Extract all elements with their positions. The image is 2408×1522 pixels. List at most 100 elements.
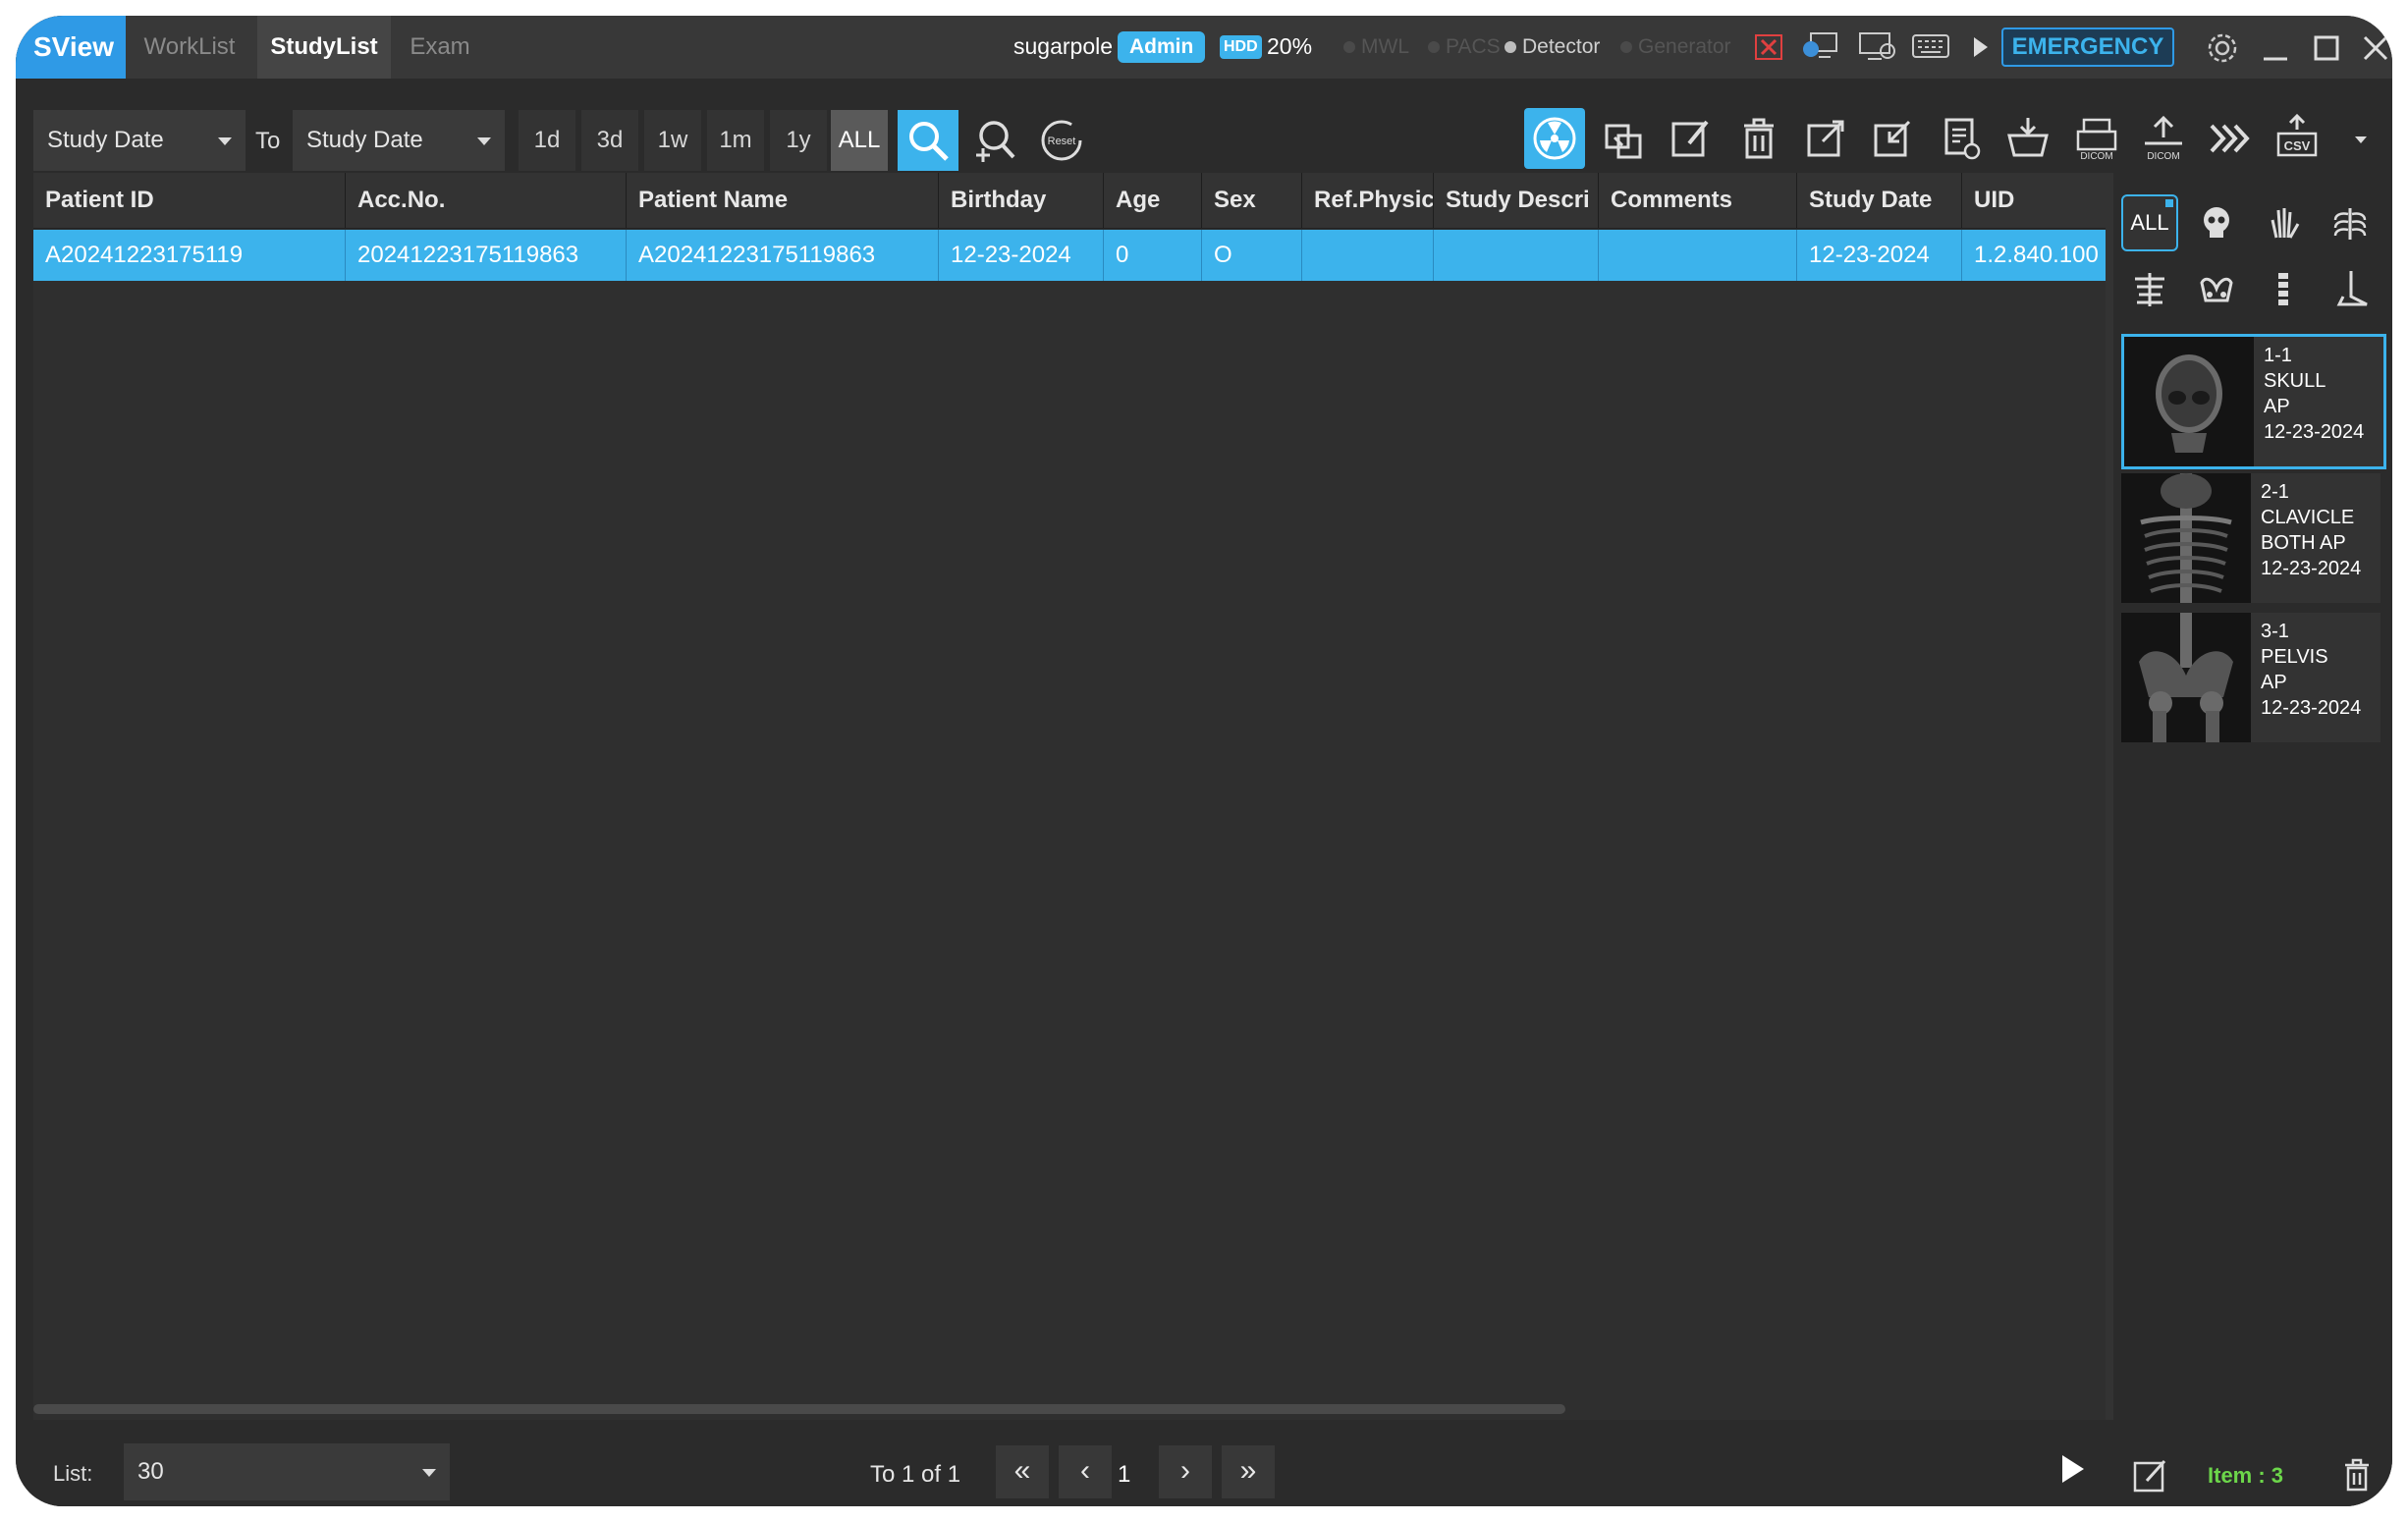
minimize-icon[interactable]: [2259, 31, 2292, 65]
thumbnail-info: 3-1 PELVIS AP 12-23-2024: [2261, 619, 2361, 721]
next-page-button[interactable]: ›: [1159, 1445, 1212, 1498]
body-filter-hand[interactable]: [2255, 194, 2312, 251]
chevron-left-icon: ‹: [1080, 1454, 1090, 1487]
thumbnail-view: AP: [2264, 396, 2290, 417]
tab-worklist[interactable]: WorkList: [126, 16, 253, 79]
import-button[interactable]: [1862, 108, 1923, 169]
thumbnail-info: 2-1 CLAVICLE BOTH AP 12-23-2024: [2261, 479, 2361, 581]
edit-icon[interactable]: [2131, 1455, 2170, 1495]
range-all-button[interactable]: ALL: [831, 110, 888, 171]
export-button[interactable]: [1795, 108, 1856, 169]
clavicle-xray-image: [2121, 473, 2251, 603]
range-1m-button[interactable]: 1m: [707, 110, 764, 171]
column-study-date[interactable]: Study Date: [1797, 173, 1962, 228]
body-filter-all[interactable]: ALL: [2121, 194, 2178, 251]
first-page-button[interactable]: «: [996, 1445, 1049, 1498]
thumbnail-skull[interactable]: 1-1 SKULL AP 12-23-2024: [2121, 334, 2386, 469]
column-study-description[interactable]: Study Descri: [1434, 173, 1599, 228]
body-filter-abdomen[interactable]: [2121, 261, 2178, 318]
body-filter-skull[interactable]: [2188, 194, 2245, 251]
disconnected-icon[interactable]: [1754, 33, 1783, 61]
maximize-icon[interactable]: [2310, 31, 2343, 65]
fast-forward-button[interactable]: [2200, 108, 2261, 169]
dicom-send-button[interactable]: DICOM: [2133, 108, 2194, 169]
list-size-value: 30: [137, 1458, 164, 1485]
list-size-label: List:: [53, 1461, 93, 1486]
play-icon[interactable]: [2052, 1449, 2092, 1489]
chest-icon: [2333, 208, 2367, 240]
thumbnail-bodypart: CLAVICLE: [2261, 507, 2355, 528]
basket-icon: [2007, 118, 2049, 157]
list-size-select[interactable]: 30: [124, 1443, 450, 1500]
body-filter-foot[interactable]: [2322, 261, 2379, 318]
column-patient-name[interactable]: Patient Name: [627, 173, 939, 228]
expose-button[interactable]: [1524, 108, 1585, 169]
thumbnail-bodypart: PELVIS: [2261, 646, 2328, 668]
from-date-field-select[interactable]: Study Date: [33, 110, 246, 171]
status-dot-icon: [1620, 41, 1632, 54]
network-icon[interactable]: [1801, 29, 1840, 63]
column-acc-no[interactable]: Acc.No.: [346, 173, 627, 228]
delete-button[interactable]: [1728, 108, 1789, 169]
range-3d-button[interactable]: 3d: [581, 110, 638, 171]
skull-xray-image: [2124, 337, 2254, 466]
range-1d-button[interactable]: 1d: [519, 110, 575, 171]
csv-button[interactable]: CSV: [2267, 108, 2327, 169]
hdd-badge: HDD: [1220, 35, 1262, 59]
table-row[interactable]: A20241223175119 20241223175119863 A20241…: [33, 230, 2106, 281]
last-page-button[interactable]: »: [1222, 1445, 1275, 1498]
column-patient-id[interactable]: Patient ID: [33, 173, 346, 228]
trash-icon[interactable]: [2337, 1455, 2377, 1495]
cell-uid: 1.2.840.100: [1974, 242, 2099, 268]
trash-icon: [1744, 118, 1774, 159]
report-button[interactable]: [1931, 108, 1992, 169]
thumbnail-date: 12-23-2024: [2261, 558, 2362, 579]
to-date-field-select[interactable]: Study Date: [293, 110, 505, 171]
column-sex[interactable]: Sex: [1202, 173, 1302, 228]
emergency-button[interactable]: EMERGENCY: [2001, 27, 2174, 67]
thumbnail-clavicle[interactable]: 2-1 CLAVICLE BOTH AP 12-23-2024: [2121, 473, 2381, 603]
double-chevron-right-icon: »: [1239, 1454, 1257, 1487]
column-age[interactable]: Age: [1104, 173, 1202, 228]
basket-button[interactable]: [1998, 108, 2058, 169]
range-1y-button[interactable]: 1y: [770, 110, 827, 171]
column-comments[interactable]: Comments: [1599, 173, 1797, 228]
title-bar: SView WorkList StudyList Exam sugarpole …: [16, 16, 2392, 79]
advanced-search-icon: [976, 121, 1015, 162]
chevron-right-icon: ›: [1180, 1454, 1190, 1487]
thumbnail-index: 1-1: [2264, 345, 2292, 366]
cell-study-date: 12-23-2024: [1797, 230, 1962, 281]
column-birthday[interactable]: Birthday: [939, 173, 1104, 228]
thumbnail-pelvis[interactable]: 3-1 PELVIS AP 12-23-2024: [2121, 613, 2381, 742]
body-filter-chest[interactable]: [2322, 194, 2379, 251]
column-ref-physician[interactable]: Ref.Physici: [1302, 173, 1434, 228]
close-icon[interactable]: [2359, 31, 2392, 65]
advanced-search-button[interactable]: [964, 110, 1025, 171]
body-filter-spine[interactable]: [2255, 261, 2312, 318]
tab-studylist[interactable]: StudyList: [257, 16, 391, 79]
image-panel: ALL 1-1 SKULL AP 12-23-2024 2-1 CLAVICLE…: [2113, 173, 2392, 1440]
range-1w-button[interactable]: 1w: [644, 110, 701, 171]
horizontal-scrollbar[interactable]: [33, 1404, 1565, 1414]
edit-button[interactable]: [1660, 108, 1721, 169]
remote-display-icon[interactable]: [1858, 29, 1897, 63]
reset-button[interactable]: Reset: [1031, 110, 1092, 171]
prev-page-button[interactable]: ‹: [1059, 1445, 1112, 1498]
chevron-down-icon[interactable]: [2351, 130, 2371, 149]
status-generator: Generator: [1620, 35, 1731, 59]
cell-patient-name: A20241223175119863: [627, 230, 939, 281]
keyboard-icon[interactable]: [1911, 31, 1950, 61]
search-button[interactable]: [898, 110, 958, 171]
merge-button[interactable]: [1593, 108, 1654, 169]
tab-exam[interactable]: Exam: [395, 16, 485, 79]
dicom-print-button[interactable]: DICOM: [2066, 108, 2127, 169]
play-icon[interactable]: [1970, 35, 1990, 59]
body-filter-pelvis[interactable]: [2188, 261, 2245, 318]
table-header: Patient ID Acc.No. Patient Name Birthday…: [33, 173, 2106, 229]
dicom-send-icon: DICOM: [2145, 115, 2182, 162]
abdomen-icon: [2135, 273, 2164, 306]
column-uid[interactable]: UID: [1962, 173, 2106, 228]
gear-icon[interactable]: [2206, 31, 2239, 65]
svg-text:CSV: CSV: [2284, 138, 2311, 153]
page-number: 1: [1118, 1461, 1131, 1488]
